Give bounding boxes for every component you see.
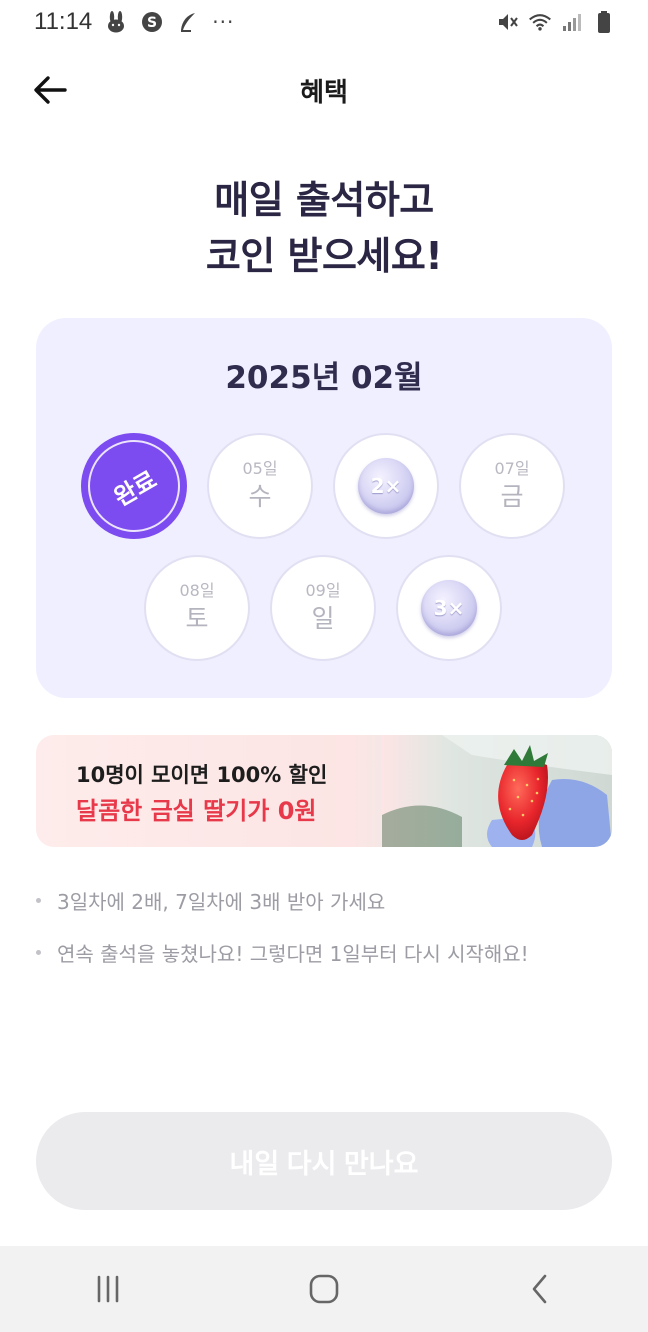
day-date: 05일 [242,459,278,478]
day-weekday: 수 [248,482,272,511]
top-app-bar: 혜택 [0,60,648,118]
strawberry-image [382,735,612,847]
day-completed: 완료 [81,433,187,539]
day-bonus-2x: 2× [333,433,439,539]
s-circle-icon: S [140,10,164,34]
promo-banner[interactable]: 10명이 모이면 100% 할인 달콤한 금실 딸기가 0원 [36,735,612,847]
home-icon [309,1274,339,1304]
info-notes: 3일차에 2배, 7일차에 3배 받아 가세요 연속 출석을 놓쳤나요! 그렇다… [36,884,616,988]
more-notifications-icon: ··· [212,10,235,34]
system-back-button[interactable] [510,1259,570,1319]
note-text: 3일차에 2배, 7일차에 3배 받아 가세요 [57,889,386,914]
day-07: 07일 금 [459,433,565,539]
page-title: 혜택 [300,78,348,108]
note-item: 연속 출석을 놓쳤나요! 그렇다면 1일부터 다시 시작해요! [36,936,616,968]
note-text: 연속 출석을 놓쳤나요! 그렇다면 1일부터 다시 시작해요! [57,941,529,966]
month-label: 2025년 02월 [225,360,423,396]
bullet-icon [36,897,41,903]
day-date: 09일 [305,581,341,600]
home-button[interactable] [294,1259,354,1319]
recent-apps-icon [97,1275,119,1303]
svg-text:S: S [147,15,157,31]
day-weekday: 토 [185,604,209,633]
day-05: 05일 수 [207,433,313,539]
back-icon [532,1274,547,1304]
battery-icon [592,10,616,34]
day-weekday: 금 [500,482,524,511]
hero-line-1: 매일 출석하고 [214,178,434,222]
rabbit-icon [104,10,128,34]
banner-subheadline: 달콤한 금실 딸기가 0원 [76,797,317,825]
hero-heading: 매일 출석하고 코인 받으세요! [0,172,648,284]
day-bonus-3x: 3× [396,555,502,661]
completed-label: 완료 [109,464,162,512]
day-date: 07일 [494,459,530,478]
day-08: 08일 토 [144,555,250,661]
coin-multiplier: 3× [433,596,465,620]
screen: 11:14 S ··· 혜택 매일 출석하고 코인 받으세요! 2025년 02… [0,0,648,1332]
hero-line-2: 코인 받으세요! [205,234,443,278]
coin-multiplier: 2× [370,474,402,498]
completed-stamp: 완료 [88,440,180,532]
banner-headline: 10명이 모이면 100% 할인 [76,763,328,787]
day-date: 08일 [179,581,215,600]
recent-apps-button[interactable] [78,1259,138,1319]
wifi-icon [528,10,552,34]
status-time: 11:14 [34,8,93,35]
signal-icon [560,10,584,34]
mute-icon [496,10,520,34]
bullet-icon [36,949,41,955]
status-right [496,10,616,34]
feather-icon [176,10,200,34]
status-bar: 11:14 S ··· [0,0,648,44]
note-item: 3일차에 2배, 7일차에 3배 받아 가세요 [36,884,616,916]
system-nav-bar [0,1246,648,1332]
see-you-tomorrow-button[interactable]: 내일 다시 만나요 [36,1112,612,1210]
cta-label: 내일 다시 만나요 [229,1148,419,1179]
status-left: 11:14 S ··· [34,8,234,36]
coin-2x-icon: 2× [358,458,414,514]
day-09: 09일 일 [270,555,376,661]
coin-3x-icon: 3× [421,580,477,636]
day-weekday: 일 [311,604,335,633]
